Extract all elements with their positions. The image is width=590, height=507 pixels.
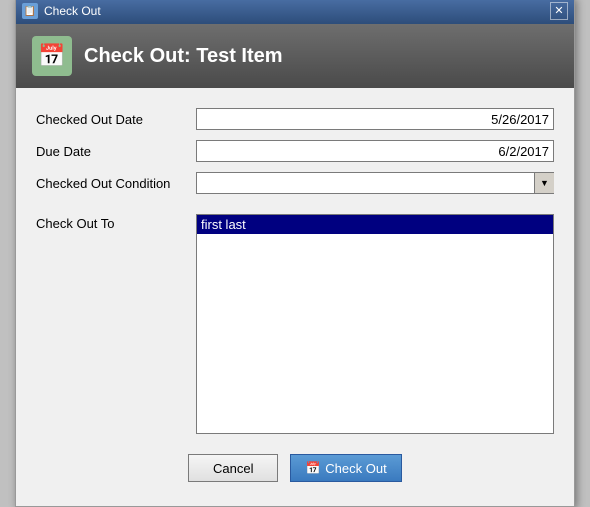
header-icon: 📅 bbox=[32, 36, 72, 76]
header-bar: 📅 Check Out: Test Item bbox=[16, 24, 574, 88]
titlebar-icon: 📋 bbox=[22, 3, 38, 19]
checkout-icon: 📅 bbox=[305, 460, 321, 476]
titlebar-left: 📋 Check Out bbox=[22, 3, 101, 19]
spacer bbox=[36, 204, 554, 214]
due-date-row: Due Date bbox=[36, 140, 554, 162]
condition-row: Checked Out Condition Good Fair Poor ▼ bbox=[36, 172, 554, 194]
condition-select-wrapper: Good Fair Poor ▼ bbox=[196, 172, 554, 194]
cancel-label: Cancel bbox=[213, 461, 253, 476]
checked-out-date-row: Checked Out Date bbox=[36, 108, 554, 130]
cancel-button[interactable]: Cancel bbox=[188, 454, 278, 482]
checkout-to-label: Check Out To bbox=[36, 214, 196, 231]
titlebar: 📋 Check Out ✕ bbox=[16, 0, 574, 24]
condition-label: Checked Out Condition bbox=[36, 176, 196, 191]
due-date-label: Due Date bbox=[36, 144, 196, 159]
due-date-input[interactable] bbox=[196, 140, 554, 162]
checkout-to-list[interactable]: first last bbox=[196, 214, 554, 434]
dialog-window: 📋 Check Out ✕ 📅 Check Out: Test Item Che… bbox=[15, 0, 575, 507]
checkout-button[interactable]: 📅 Check Out bbox=[290, 454, 401, 482]
checkout-to-row: Check Out To first last bbox=[36, 214, 554, 434]
checkout-label: Check Out bbox=[325, 461, 386, 476]
list-item[interactable]: first last bbox=[197, 215, 553, 234]
dialog-title: Check Out: Test Item bbox=[84, 45, 283, 68]
form-content: Checked Out Date Due Date Checked Out Co… bbox=[16, 88, 574, 506]
close-button[interactable]: ✕ bbox=[550, 2, 568, 20]
button-row: Cancel 📅 Check Out bbox=[36, 450, 554, 490]
checked-out-date-label: Checked Out Date bbox=[36, 112, 196, 127]
condition-select[interactable]: Good Fair Poor bbox=[196, 172, 554, 194]
titlebar-title: Check Out bbox=[44, 4, 101, 18]
checked-out-date-input[interactable] bbox=[196, 108, 554, 130]
